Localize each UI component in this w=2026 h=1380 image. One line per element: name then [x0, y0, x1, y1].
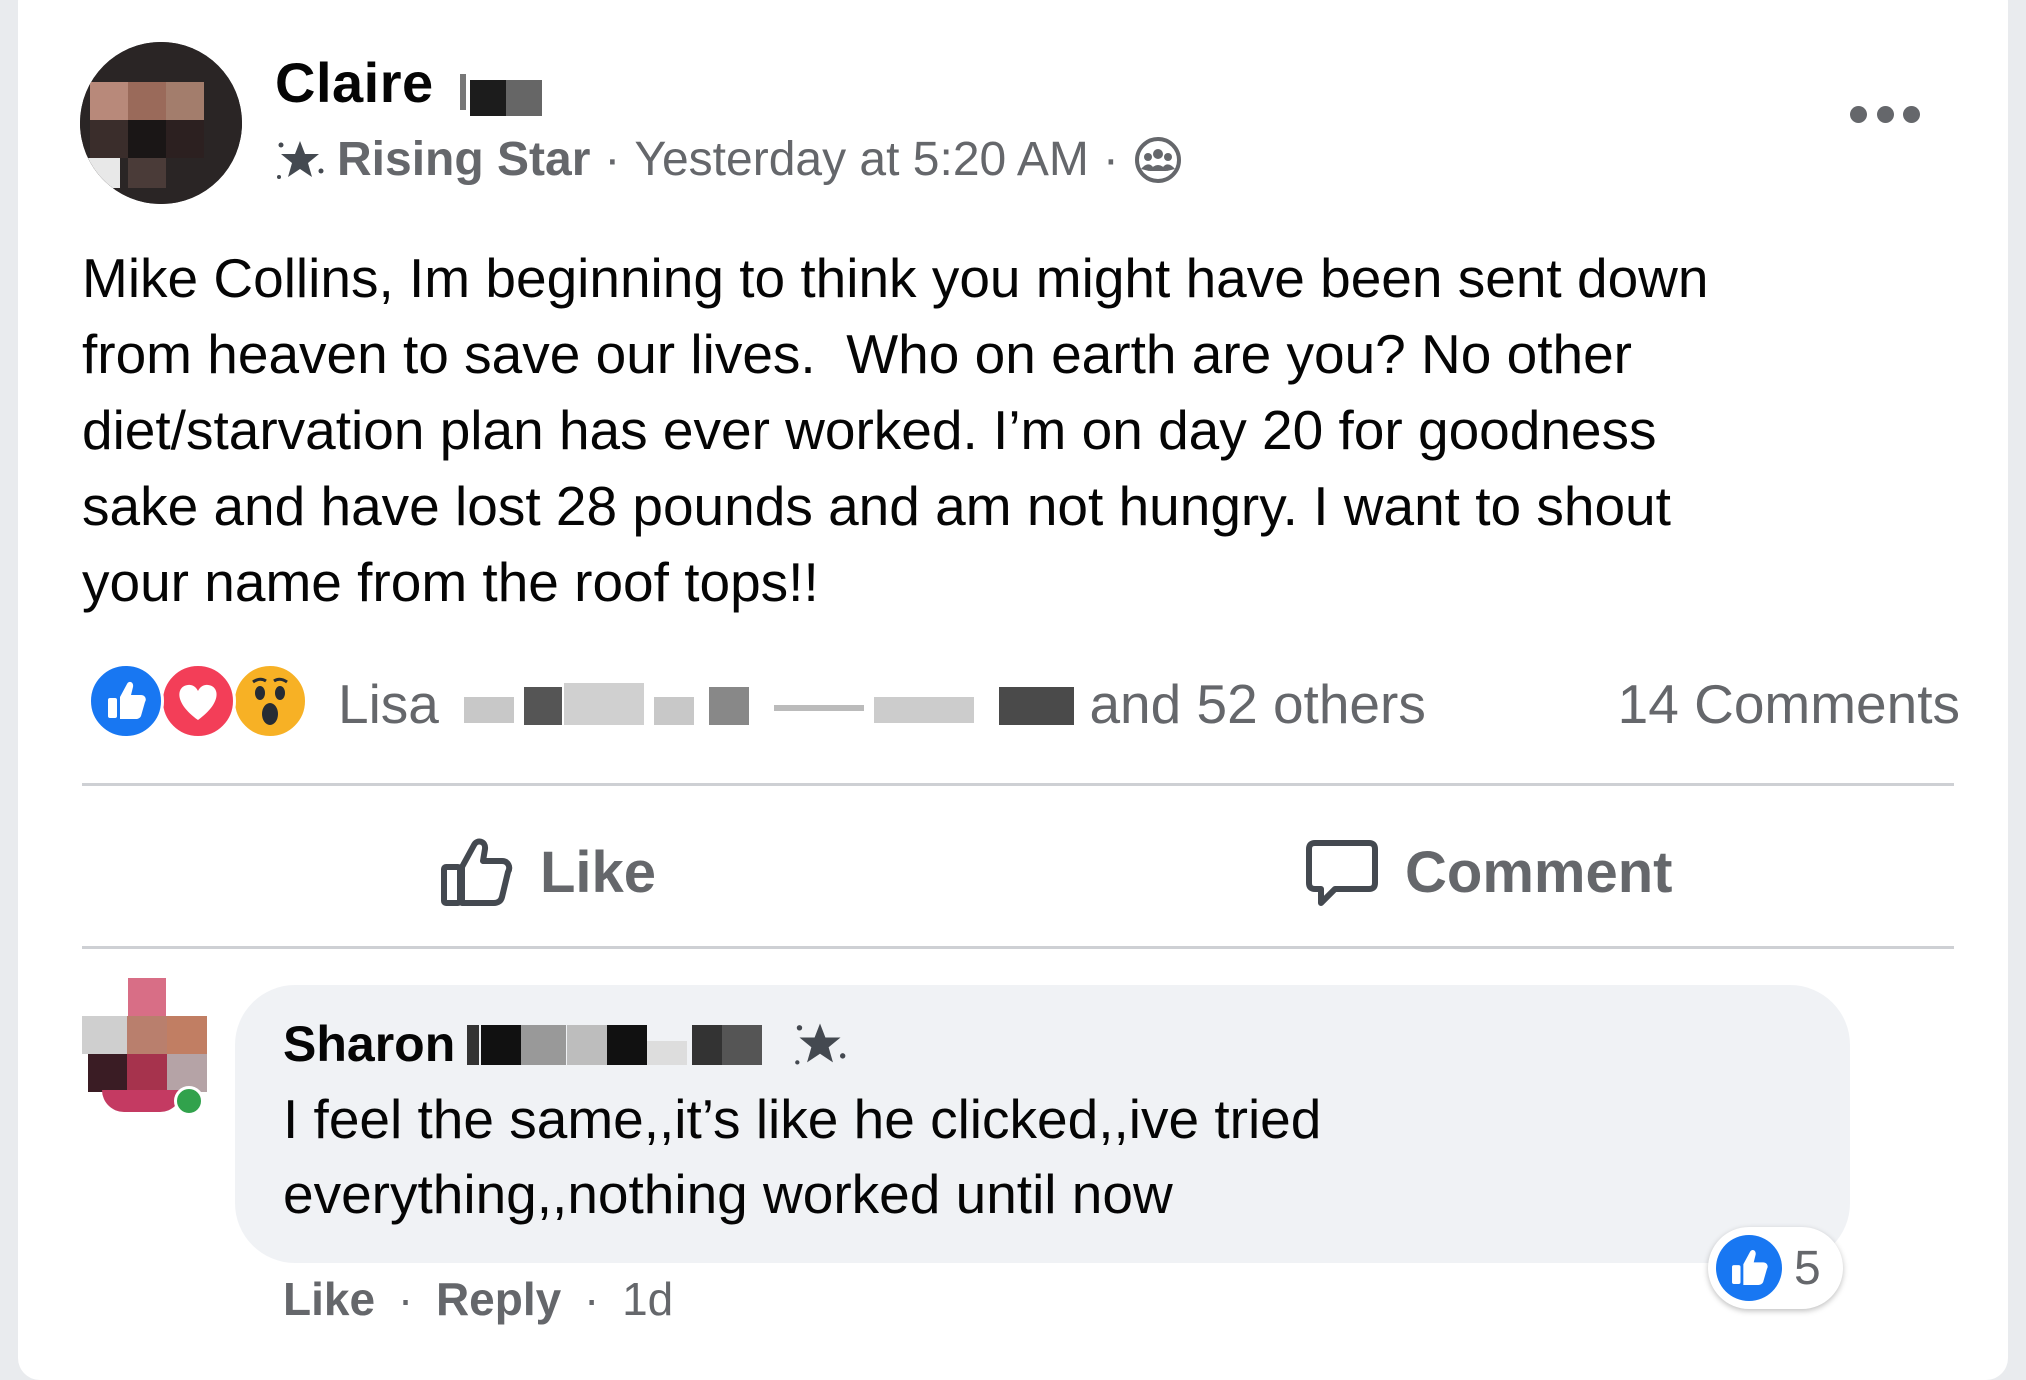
rising-star-icon	[277, 140, 324, 179]
comment-like-link[interactable]: Like	[283, 1273, 375, 1325]
comment-reply-link[interactable]: Reply	[436, 1273, 561, 1325]
wow-icon	[232, 663, 308, 739]
comment-reaction-count[interactable]: 5	[1708, 1227, 1843, 1309]
comments-count[interactable]: 14 Comments	[1618, 672, 1960, 736]
author-avatar[interactable]	[80, 42, 242, 204]
commenter-avatar[interactable]	[82, 978, 212, 1118]
separator: ·	[1102, 133, 1119, 186]
online-status-dot	[174, 1086, 204, 1116]
separator: ·	[583, 1273, 600, 1325]
post-author-name[interactable]: Claire	[275, 50, 434, 115]
reaction-count: 5	[1794, 1241, 1821, 1295]
comment-button[interactable]: Comment	[1305, 822, 1672, 922]
comment-text: I feel the same,,it’s like he clicked,,i…	[283, 1088, 1322, 1225]
rising-star-icon	[795, 1023, 846, 1065]
like-button[interactable]: Like	[440, 822, 656, 922]
divider	[82, 783, 1954, 786]
rising-star-badge[interactable]: Rising Star	[337, 132, 590, 187]
separator: ·	[397, 1273, 414, 1325]
group-icon[interactable]	[1133, 135, 1183, 185]
post-body: Mike Collins, Im beginning to think you …	[82, 247, 1709, 613]
redacted-names	[454, 683, 1075, 733]
comment-actions: Like · Reply · 1d	[283, 1272, 673, 1326]
more-options-icon[interactable]	[1850, 102, 1920, 126]
post-timestamp[interactable]: Yesterday at 5:20 AM	[634, 132, 1089, 187]
comment-icon	[1306, 840, 1378, 906]
reaction-icons[interactable]	[88, 663, 318, 739]
like-icon	[88, 663, 164, 739]
reactor-first-name: Lisa	[338, 673, 439, 735]
reaction-names[interactable]: Lisa and 52 others	[338, 672, 1426, 736]
reaction-others: and 52 others	[1089, 673, 1426, 735]
thumbs-up-icon	[441, 838, 513, 906]
comment-label: Comment	[1405, 839, 1673, 905]
comment-age[interactable]: 1d	[622, 1273, 673, 1325]
separator: ·	[604, 133, 621, 186]
redacted-surname	[467, 1021, 787, 1067]
post-meta: Rising Star · Yesterday at 5:20 AM ·	[275, 132, 1183, 187]
like-label: Like	[540, 839, 657, 905]
comment-author-name: Sharon	[283, 1016, 456, 1072]
love-icon	[160, 663, 236, 739]
like-icon	[1716, 1235, 1782, 1301]
comment-author[interactable]: Sharon	[283, 1015, 847, 1073]
divider	[82, 946, 1954, 949]
